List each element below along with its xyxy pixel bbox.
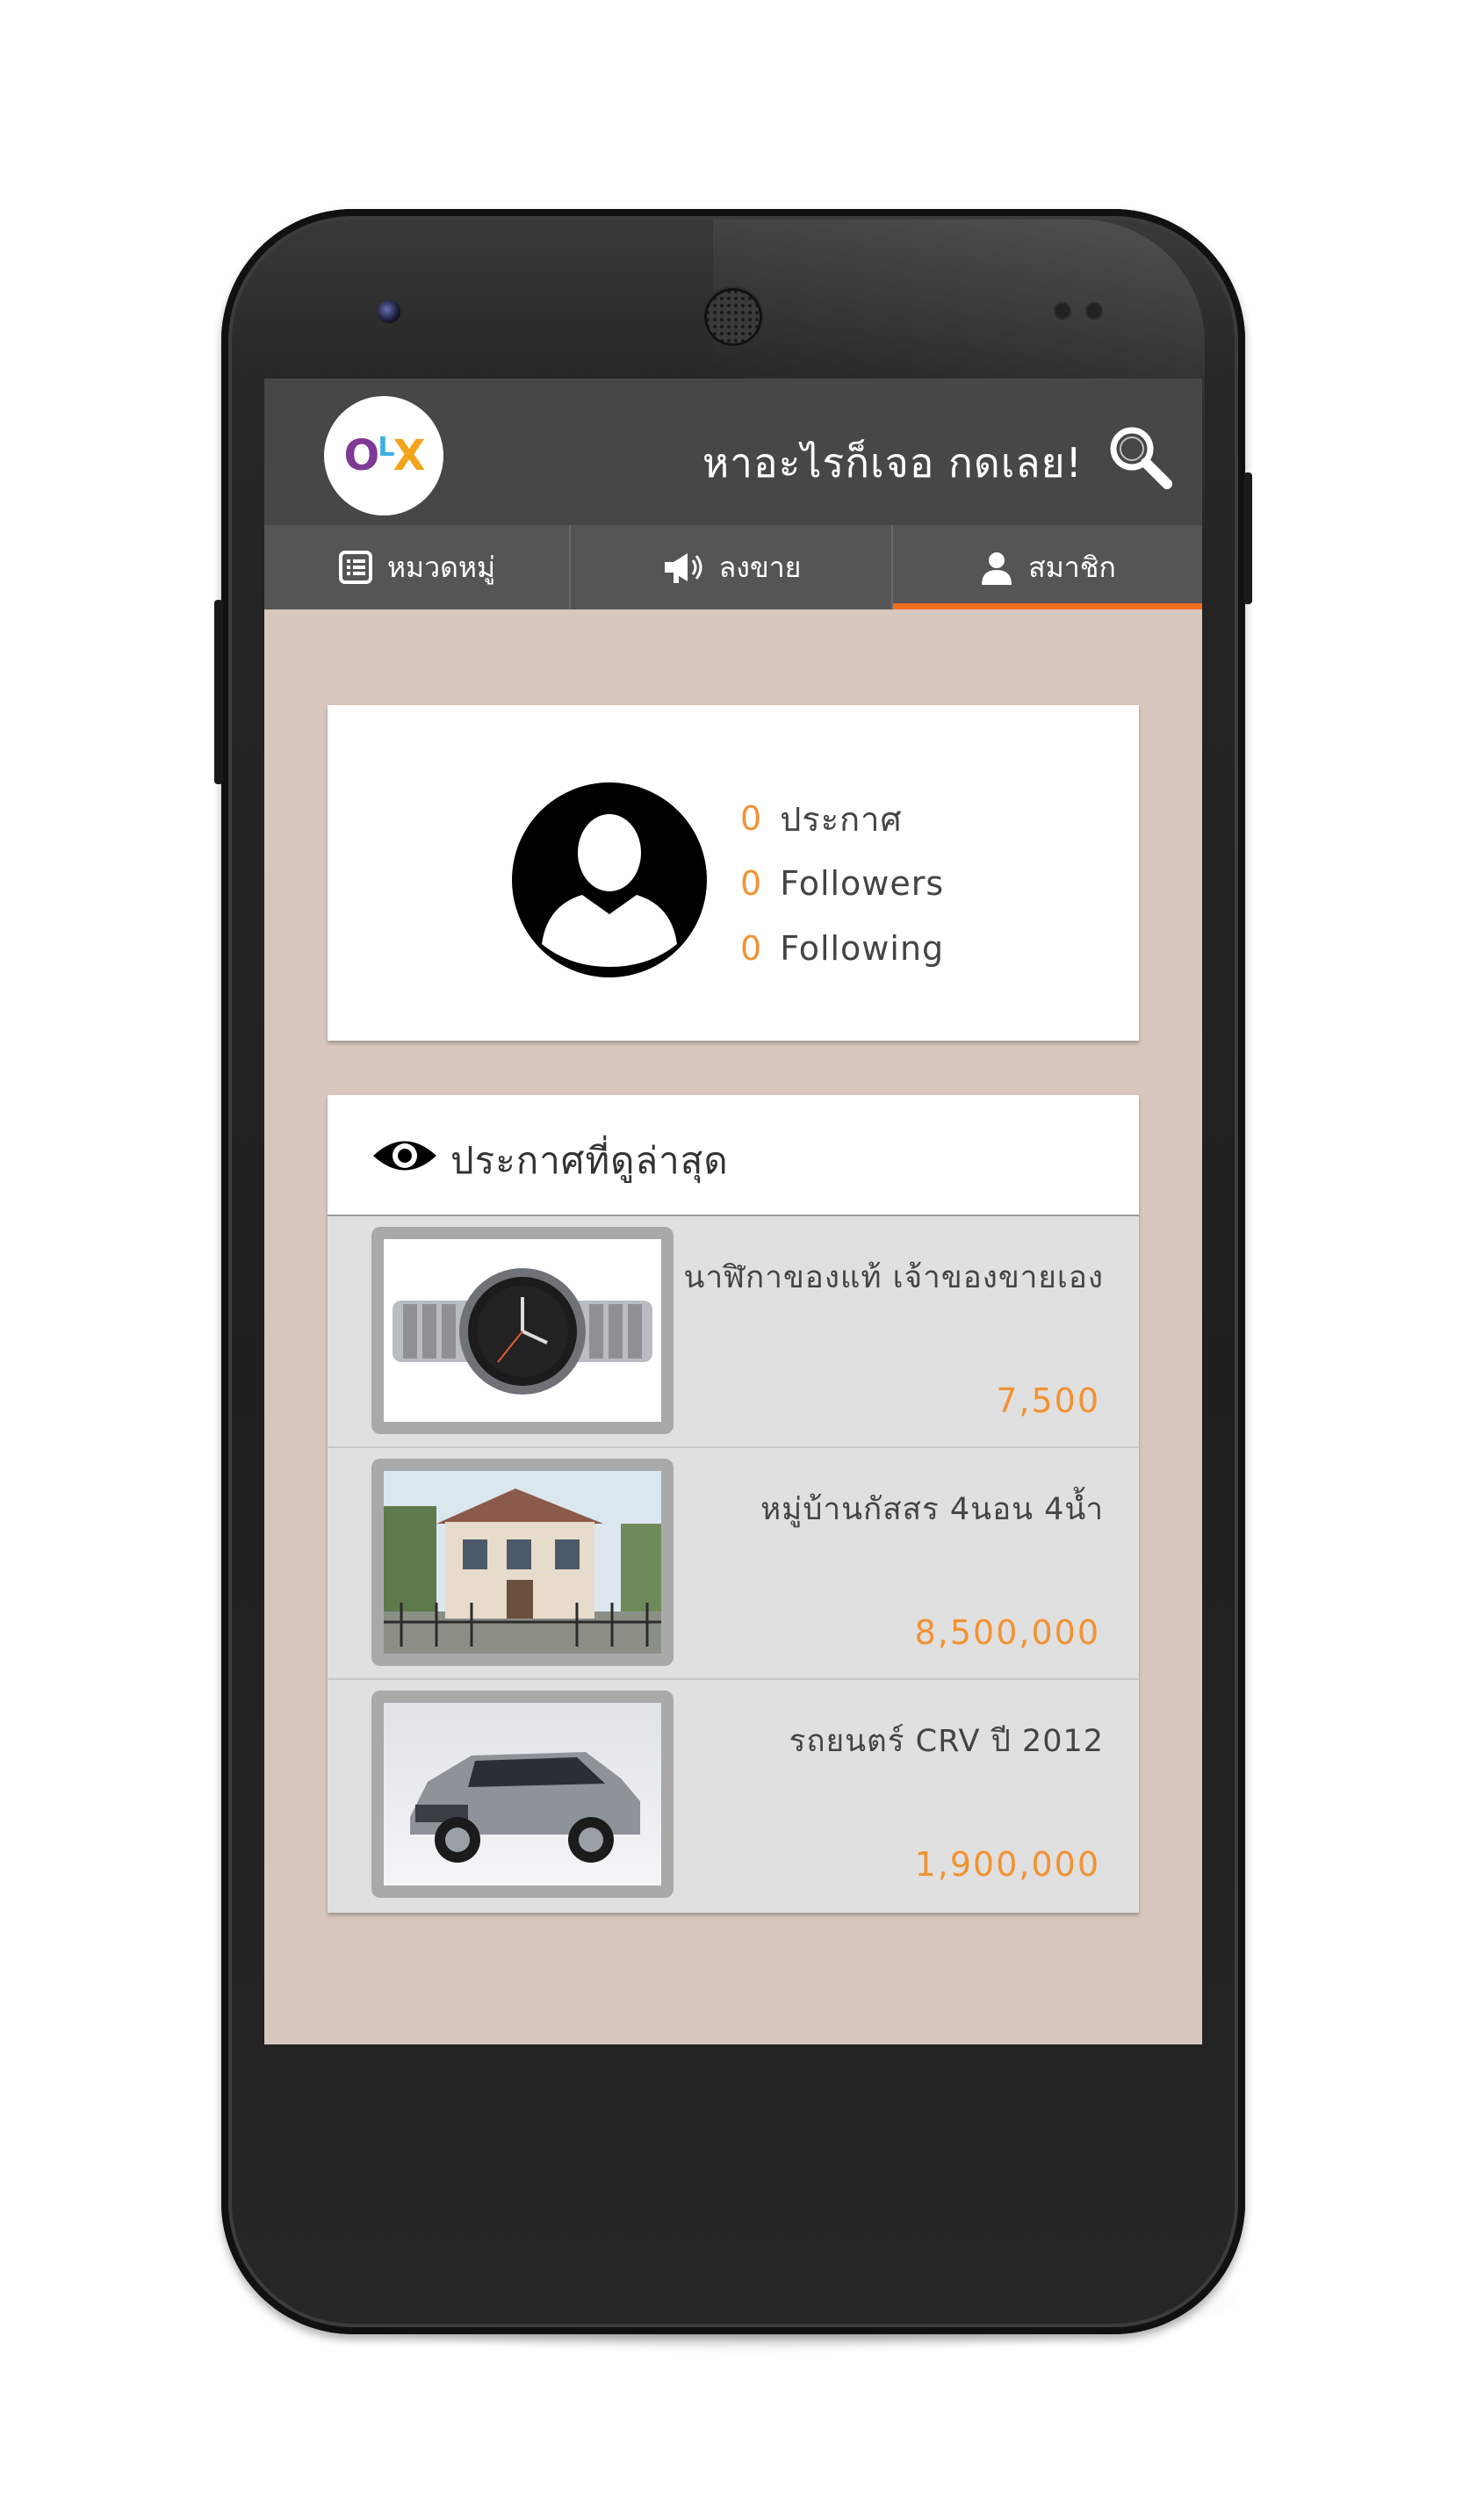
power-button	[1243, 472, 1252, 604]
car-image	[384, 1703, 661, 1885]
tab-member[interactable]: สมาชิก	[893, 525, 1202, 609]
app-screen: O L X หาอะไรก็เจอ กดเลย! หมวดหมู่ ลงขาย …	[264, 379, 1202, 2044]
item-title: นาฬิกาของแท้ เจ้าของขายเอง	[683, 1260, 1104, 1295]
stat-listings-count: 0	[740, 799, 763, 838]
light-sensor	[1087, 304, 1101, 318]
list-item[interactable]: นาฬิกาของแท้ เจ้าของขายเอง 7,500	[328, 1216, 1139, 1448]
item-title: หมู่บ้านกัสสร 4นอน 4น้ำ	[760, 1492, 1104, 1527]
stat-listings-label: ประกาศ	[780, 799, 903, 839]
item-title: รถยนตร์ CRV ปี 2012	[789, 1724, 1104, 1759]
stat-listings[interactable]: 0 ประกาศ	[740, 786, 944, 851]
user-icon	[982, 552, 1012, 585]
front-camera	[378, 300, 400, 323]
olx-logo[interactable]: O L X	[324, 396, 443, 515]
list-item[interactable]: รถยนตร์ CRV ปี 2012 1,900,000	[328, 1680, 1139, 1910]
recently-viewed-header: ประกาศที่ดูล่าสุด	[328, 1095, 1139, 1216]
item-price: 8,500,000	[914, 1613, 1100, 1652]
recently-viewed-card: ประกาศที่ดูล่าสุด นาฬิกาของแท้ เจ้าของขา…	[328, 1095, 1139, 1913]
tab-sell-label: ลงขาย	[718, 550, 802, 584]
logo-letter-l: L	[378, 431, 394, 463]
item-price: 7,500	[996, 1381, 1100, 1420]
tab-sell[interactable]: ลงขาย	[571, 525, 893, 609]
earpiece-speaker	[704, 288, 762, 346]
stat-following[interactable]: 0 Following	[740, 916, 944, 981]
avatar[interactable]	[512, 782, 707, 977]
volume-button	[214, 600, 223, 784]
tab-member-label: สมาชิก	[1028, 550, 1116, 584]
profile-card: 0 ประกาศ 0 Followers 0 Following	[328, 705, 1139, 1041]
item-thumbnail	[371, 1691, 674, 1898]
stat-followers-label: Followers	[780, 864, 945, 903]
watch-image	[384, 1239, 661, 1422]
item-thumbnail	[371, 1459, 674, 1666]
stat-following-count: 0	[740, 929, 763, 968]
search-icon[interactable]	[1106, 422, 1174, 491]
item-thumbnail	[371, 1227, 674, 1434]
top-bar: O L X หาอะไรก็เจอ กดเลย!	[264, 379, 1202, 525]
eye-icon	[373, 1141, 436, 1171]
tab-bar: หมวดหมู่ ลงขาย สมาชิก	[264, 525, 1202, 609]
list-item[interactable]: หมู่บ้านกัสสร 4นอน 4น้ำ 8,500,000	[328, 1448, 1139, 1680]
stat-followers-count: 0	[740, 864, 763, 903]
search-prompt[interactable]: หาอะไรก็เจอ กดเลย!	[702, 431, 1083, 495]
tab-categories-label: หมวดหมู่	[386, 550, 496, 584]
logo-letter-o: O	[343, 431, 380, 480]
stat-following-label: Following	[780, 929, 945, 968]
profile-stats: 0 ประกาศ 0 Followers 0 Following	[740, 786, 944, 981]
house-image	[384, 1471, 661, 1654]
proximity-sensor	[1055, 304, 1070, 318]
logo-letter-x: X	[393, 431, 425, 480]
stat-followers[interactable]: 0 Followers	[740, 851, 944, 916]
list-icon	[338, 551, 372, 584]
recently-viewed-title: ประกาศที่ดูล่าสุด	[450, 1139, 729, 1182]
item-price: 1,900,000	[914, 1845, 1100, 1884]
tab-categories[interactable]: หมวดหมู่	[264, 525, 571, 609]
megaphone-icon	[664, 553, 702, 583]
